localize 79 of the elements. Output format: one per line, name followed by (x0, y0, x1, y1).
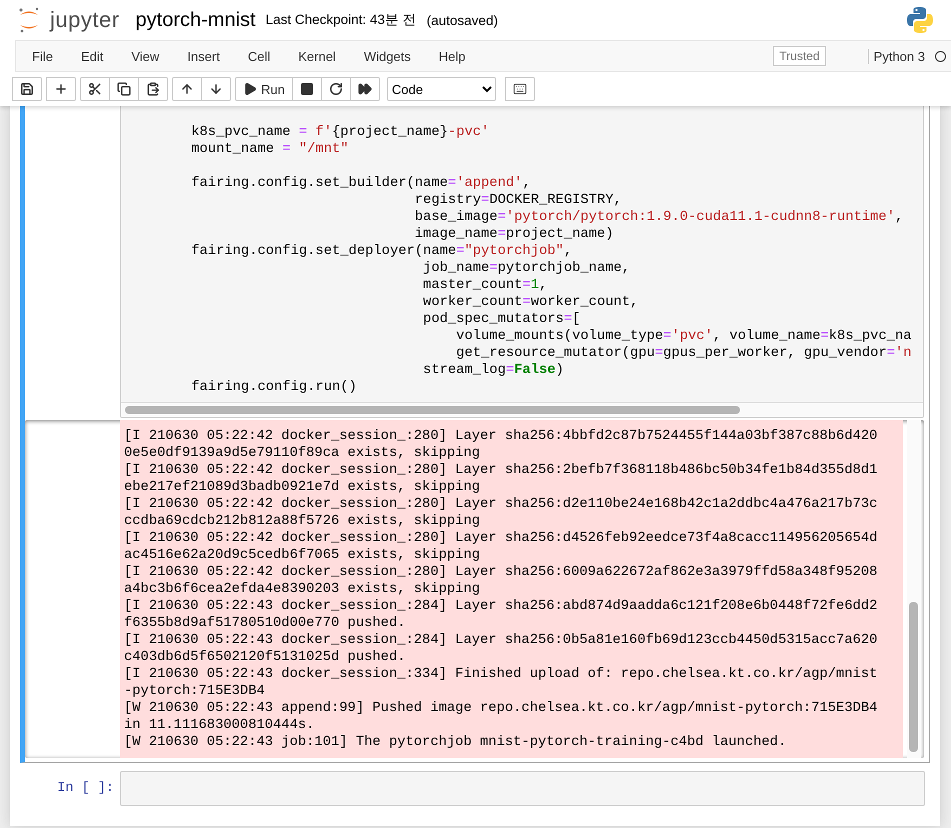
code-line: fairing.config.set_builder(name='append', (190, 175, 532, 192)
output-line: 0e5e0df9139a9d5e79110f89ca exists, skipping (124, 445, 482, 462)
clipboard-icon (146, 82, 160, 96)
move-up-button[interactable] (172, 77, 202, 101)
save-icon (20, 82, 34, 96)
menu-item[interactable]: Insert (173, 48, 234, 64)
scissors-icon (88, 82, 102, 96)
code-line: stream_log=False) (422, 362, 565, 379)
output-line: [I 210630 05:22:42 docker_session_:280] Layer sha256:6009a622672af862e3a3979ffd58a348f95208 (124, 564, 878, 581)
cut-button[interactable] (80, 77, 110, 101)
menu-item[interactable]: Help (424, 48, 480, 64)
output-line: in 11.111683000810444s. (124, 717, 316, 734)
code-line: master_count=1, (422, 277, 548, 294)
keyboard-icon (512, 82, 527, 96)
notebook-name[interactable]: pytorch-mnist (136, 8, 256, 32)
output-line: c403db6d5f6502120f5131025d pushed. (124, 649, 407, 666)
paste-button[interactable] (138, 77, 168, 101)
output-line: [W 210630 05:22:43 job:101] The pytorchjob mnist-pytorch-training-c4bd launched. (124, 734, 788, 751)
output-line: [I 210630 05:22:43 docker_session_:284] Layer sha256:0b5a81e160fb69d123ccb4450d5315acc7a620 (124, 632, 878, 649)
trusted-indicator[interactable]: Trusted (773, 46, 826, 66)
output-line: a4bc3b6f6cea2efda4e8390203 exists, skipping (124, 581, 482, 598)
autosave-status: (autosaved) (426, 12, 498, 28)
code-editor[interactable] (120, 106, 924, 418)
output-line: [I 210630 05:22:42 docker_session_:280] Layer sha256:d2e110be24e168b42c1a2ddbc4a476a217b73c (124, 496, 878, 513)
run-button[interactable]: Run (235, 77, 293, 101)
code-line: fairing.config.run() (190, 379, 358, 396)
keyboard-button[interactable] (504, 77, 535, 101)
code-line: base_image='pytorch/pytorch:1.9.0-cuda11.1-cudnn8-runtime', (414, 209, 904, 226)
kernel-name: Python 3 (868, 48, 925, 64)
menu-item[interactable]: View (117, 48, 174, 64)
code-input-field[interactable] (120, 771, 925, 806)
python-logo-icon (905, 5, 935, 35)
menu-item[interactable]: Edit (66, 48, 118, 64)
checkpoint-status: Last Checkpoint: 43분 전 (266, 11, 417, 29)
output-line: [I 210630 05:22:43 docker_session_:284] Layer sha256:abd874d9aadda6c121f208e6b0448f72fe6dd2 (124, 598, 878, 615)
jupyter-logo-icon (18, 6, 40, 34)
copy-icon (117, 82, 131, 96)
output-line: [I 210630 05:22:43 docker_session_:334] Finished upload of: repo.chelsea.kt.co.kr/agp/mnist (124, 666, 878, 683)
output-line: ccdba69cdcb212b812a88f5726 exists, skipping (124, 513, 482, 530)
vertical-scrollbar[interactable] (909, 602, 918, 752)
menu-item[interactable]: Kernel (284, 48, 350, 64)
restart-button[interactable] (320, 77, 351, 101)
output-line: [I 210630 05:22:42 docker_session_:280] Layer sha256:d4526feb92eedce73f4a8cacc114956205654d (124, 530, 878, 547)
code-line: image_name=project_name) (414, 226, 614, 243)
jupyter-logo-text: jupyter (50, 7, 120, 33)
code-line: k8s_pvc_name = f'{project_name}-pvc' (190, 124, 490, 141)
output-line: ebe217ef21089d3badb0921e7d exists, skipping (124, 479, 482, 496)
restart-icon (328, 82, 343, 96)
menu-item[interactable]: File (18, 48, 67, 64)
cell-type-select[interactable]: Code (386, 77, 496, 101)
horizontal-scrollbar[interactable] (125, 406, 740, 414)
fast-forward-icon (358, 82, 372, 96)
menu-item[interactable]: Widgets (350, 48, 425, 64)
code-line: pod_spec_mutators=[ (422, 311, 582, 328)
output-line: -pytorch:715E3DB4 (124, 683, 266, 700)
fast-forward-button[interactable] (350, 77, 380, 101)
code-line: get_resource_mutator(gpu=gpus_per_worker, gpu_vendor='n (455, 345, 913, 362)
cell-prompt: In [ ]: (56, 781, 115, 796)
stop-button[interactable] (292, 77, 322, 101)
stop-icon (300, 82, 314, 96)
output-line: [I 210630 05:22:42 docker_session_:280] Layer sha256:2befb7f368118b486bc50b34fe1b84d355d8d1 (124, 462, 878, 479)
output-line: [I 210630 05:22:42 docker_session_:280] Layer sha256:4bbfd2c87b7524455f144a03bf387c88b6d420 (124, 428, 878, 445)
code-line: job_name=pytorchjob_name, (422, 260, 632, 277)
add-cell-button[interactable] (46, 77, 76, 101)
output-line: f6355b8d9af51780510d00e770 pushed. (124, 615, 407, 632)
save-button[interactable] (12, 77, 42, 101)
plus-icon (54, 82, 68, 96)
code-line: mount_name = "/mnt" (190, 141, 350, 158)
code-line: worker_count=worker_count, (422, 294, 640, 311)
menu-item[interactable]: Cell (234, 48, 284, 64)
output-line: ac4516e62a20d9c5cedb6f7065 exists, skipping (124, 547, 482, 564)
play-icon (243, 82, 257, 96)
move-down-button[interactable] (201, 77, 231, 101)
output-line: [W 210630 05:22:43 append:99] Pushed image repo.chelsea.kt.co.kr/agp/mnist-pytorch:715E3DB4 (124, 700, 878, 717)
code-line: registry=DOCKER_REGISTRY, (414, 192, 623, 209)
code-line: volume_mounts(volume_type='pvc', volume_name=k8s_pvc_na (455, 328, 913, 345)
copy-button[interactable] (109, 77, 139, 101)
code-cell[interactable] (20, 106, 930, 763)
code-line: fairing.config.set_deployer(name="pytorchjob", (190, 243, 574, 260)
